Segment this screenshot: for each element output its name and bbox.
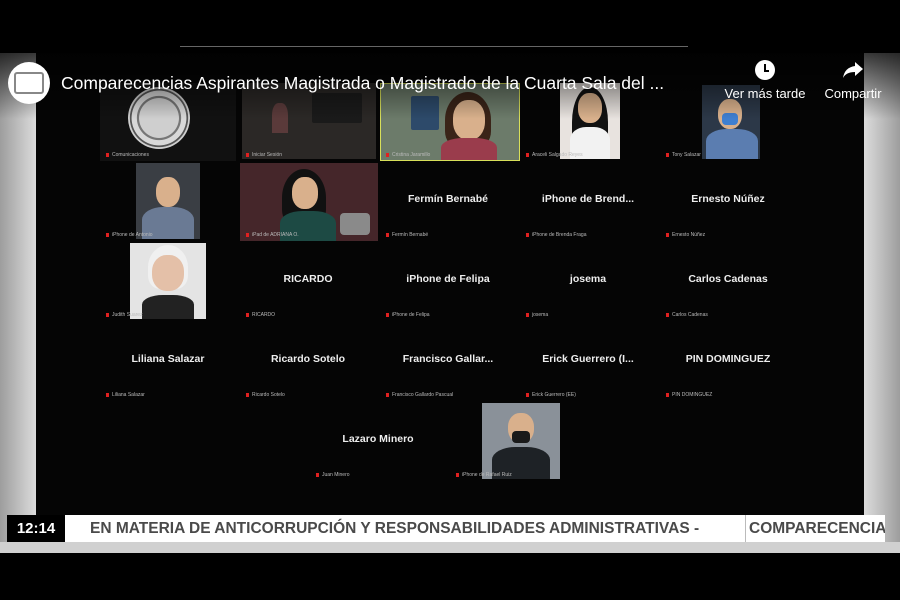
participant-name: iPhone de Brend... [541,193,635,205]
participant-tile: josema josema [520,243,656,321]
participant-tile: Fermín Bernabé Fermín Bernabé [380,163,516,241]
participant-tile: iPhone de Antonio [100,163,236,241]
participant-tile: Ernesto Núñez Ernesto Núñez [660,163,796,241]
participant-caption: Judith Suarez [106,312,143,318]
participant-name: iPhone de Felipa [406,273,490,285]
participant-name: Liliana Salazar [131,353,205,365]
participant-tile: iPhone de Felipa iPhone de Felipa [380,243,516,321]
participant-tile: Judith Suarez [100,243,236,321]
participant-caption: Liliana Salazar [106,392,145,398]
participant-name: Erick Guerrero (I... [542,353,634,365]
clock-icon [755,60,775,80]
share-label: Compartir [824,86,882,101]
participant-name: josema [569,273,607,285]
ticker-divider [745,515,746,542]
top-divider [180,46,688,47]
participant-caption: Iniciar Sesión [246,152,282,158]
participant-caption: josema [526,312,548,318]
participant-video [482,403,560,479]
participant-caption: Juan Minero [316,472,350,478]
logo-icon [14,72,44,94]
participant-video [130,243,206,319]
participant-caption: iPhone de Antonio [106,232,153,238]
share-button[interactable]: Compartir [818,60,888,101]
participant-caption: RICARDO [246,312,275,318]
participant-name: Carlos Cadenas [688,273,768,285]
participant-tile: Liliana Salazar Liliana Salazar [100,323,236,401]
participant-tile: Erick Guerrero (I... Erick Guerrero (EE) [520,323,656,401]
participant-tile: PIN DOMINGUEZ PIN DOMINGUEZ [660,323,796,401]
participant-tile: Lazaro Minero Juan Minero [310,403,446,481]
participant-caption: Fermín Bernabé [386,232,428,238]
participant-caption: Tony Salazar [666,152,701,158]
participant-caption: iPhone de Brenda Fraga [526,232,586,238]
lower-third-ticker: EN MATERIA DE ANTICORRUPCIÓN Y RESPONSAB… [65,515,885,542]
ticker-label: COMPARECENCIA [749,520,885,537]
video-title[interactable]: Comparecencias Aspirantes Magistrada o M… [61,73,726,94]
participant-tile: iPad de ADRIANA O. [240,163,378,241]
participant-video [240,163,378,241]
participant-caption: Erick Guerrero (EE) [526,392,576,398]
frame-left-edge [0,53,36,553]
video-player[interactable]: Comunicaciones Iniciar Sesión Cristina J… [36,53,864,515]
participant-caption: iPad de ADRIANA O. [246,232,299,238]
participant-caption: Francisco Gallardo Pascual [386,392,453,398]
participant-caption: Carlos Cadenas [666,312,708,318]
watch-later-label: Ver más tarde [724,86,806,101]
share-arrow-icon [843,62,863,78]
participant-tile: Ricardo Sotelo Ricardo Sotelo [240,323,376,401]
channel-logo[interactable] [8,62,50,104]
participant-name: PIN DOMINGUEZ [685,353,771,365]
participant-name: Lazaro Minero [342,433,414,445]
participant-tile: iPhone de Brend... iPhone de Brenda Frag… [520,163,656,241]
participant-tile: RICARDO RICARDO [240,243,376,321]
participant-caption: iPhone de Felipa [386,312,430,318]
participant-tile: Carlos Cadenas Carlos Cadenas [660,243,796,321]
participant-caption: Comunicaciones [106,152,149,158]
participant-caption: PIN DOMINGUEZ [666,392,712,398]
watch-later-button[interactable]: Ver más tarde [720,60,810,101]
participant-caption: Ricardo Sotelo [246,392,285,398]
participant-name: Ernesto Núñez [691,193,765,205]
participant-video [136,163,200,239]
participant-name: RICARDO [283,273,333,285]
participant-name: Fermín Bernabé [408,193,488,205]
frame-right-edge [864,53,900,553]
participant-name: Francisco Gallar... [402,353,494,365]
clock-time: 12:14 [7,515,65,542]
frame-bottom-edge [0,542,900,553]
participant-tile: Francisco Gallar... Francisco Gallardo P… [380,323,516,401]
participant-caption: Ernesto Núñez [666,232,705,238]
participant-caption: Araceli Salgado Reyes [526,152,583,158]
ticker-text: EN MATERIA DE ANTICORRUPCIÓN Y RESPONSAB… [90,520,700,537]
participant-name: Ricardo Sotelo [270,353,346,365]
participant-caption: iPhone de Rafael Ruiz [456,472,512,478]
participant-tile: iPhone de Rafael Ruiz [450,403,586,481]
participant-caption: Cristina Jaramillo [386,152,430,158]
